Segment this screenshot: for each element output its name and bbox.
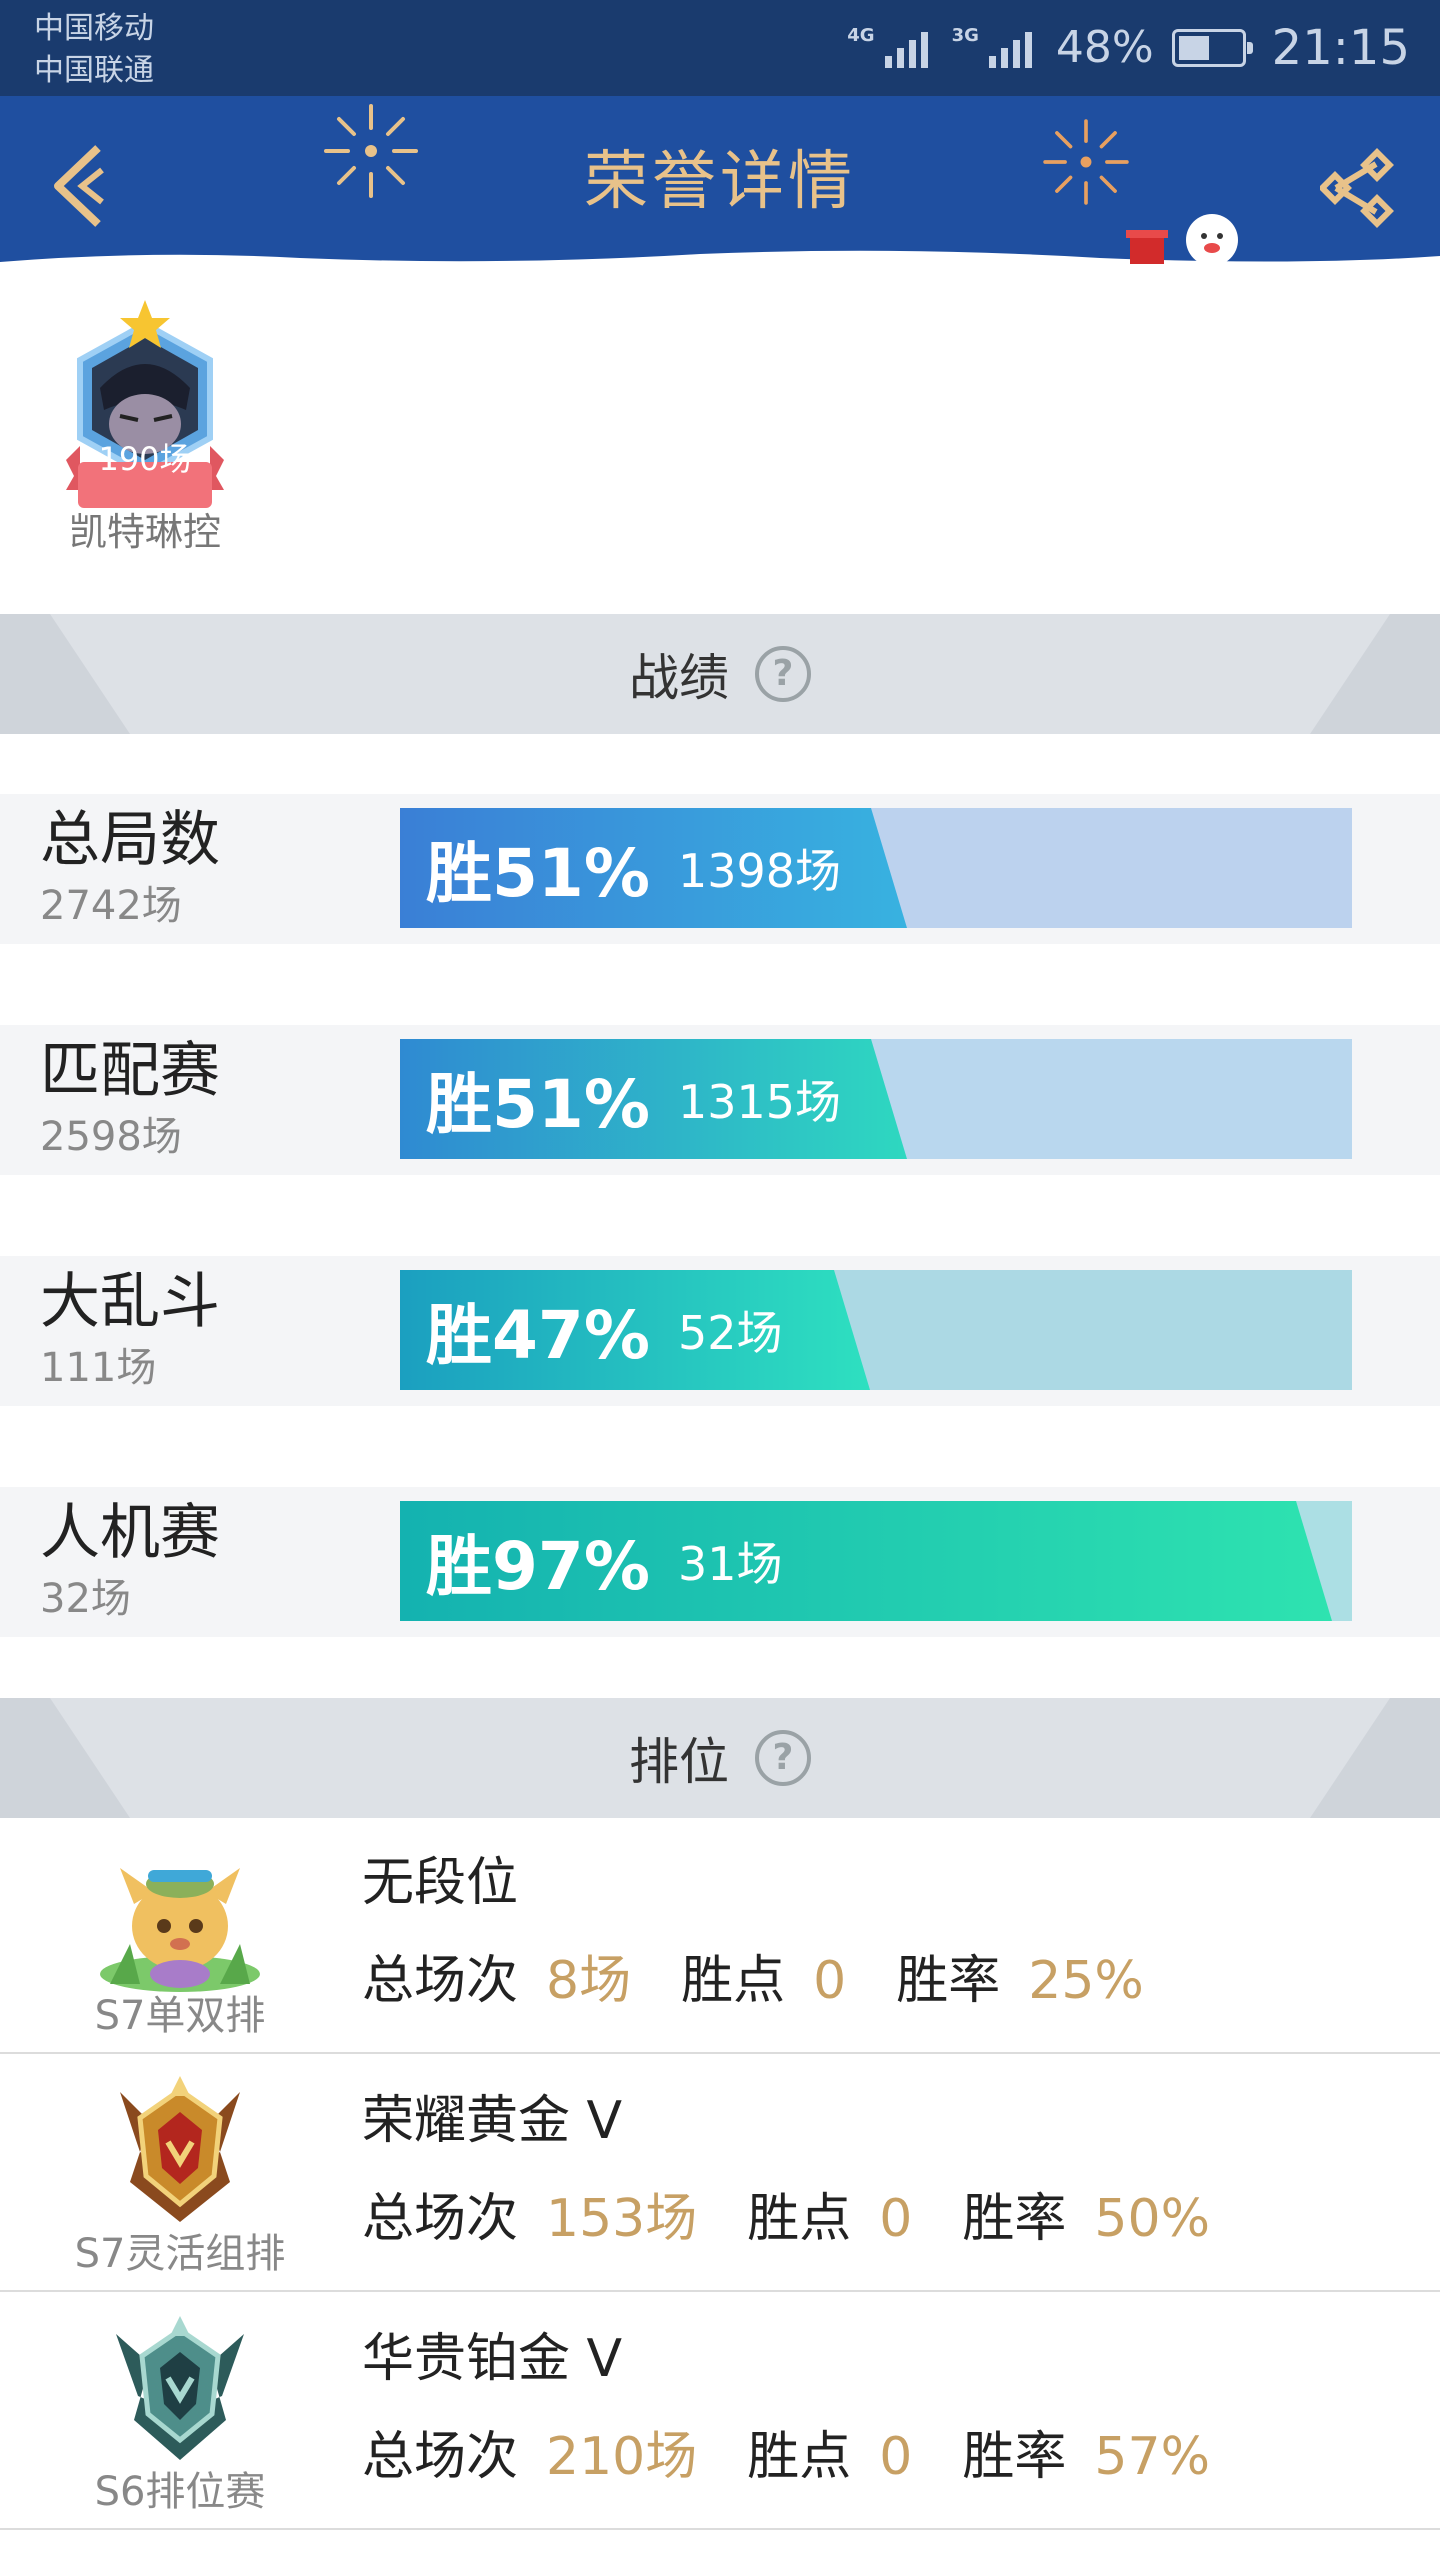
network-type-2: 3G	[951, 25, 979, 46]
ranked-row[interactable]: S6排位赛 华贵铂金 V 总场次 210场 胜点 0 胜率 57%	[0, 2294, 1440, 2530]
battery-icon	[1171, 29, 1253, 67]
points-label: 胜点	[681, 1951, 786, 2011]
games-value: 153场	[546, 2189, 698, 2249]
hero-games-badge: 190场	[98, 440, 192, 478]
record-row[interactable]: 大乱斗 111场 胜47% 52场	[0, 1256, 1440, 1406]
battery-percent: 48%	[1055, 22, 1154, 73]
status-indicators: 4G 3G 48% 21:15	[847, 14, 1410, 82]
page-title: 荣誉详情	[584, 145, 856, 219]
rate-label: 胜率	[962, 2189, 1067, 2249]
win-rate-bar: 胜97% 31场	[400, 1501, 1352, 1621]
record-row[interactable]: 总局数 2742场 胜51% 1398场	[0, 794, 1440, 944]
rank-stats: 总场次 153场 胜点 0 胜率 50%	[362, 2184, 1210, 2254]
wins-count: 1315场	[677, 1075, 842, 1129]
games-label: 总场次	[362, 2189, 519, 2249]
record-total-games: 111场	[40, 1345, 157, 1391]
teemo-unranked-icon	[100, 1868, 260, 1992]
share-icon	[1318, 148, 1394, 228]
win-rate-label: 胜51%	[426, 835, 650, 912]
gold-tier-emblem-icon	[120, 2076, 240, 2222]
points-value: 0	[879, 2427, 913, 2487]
win-rate-bar: 胜47% 52场	[400, 1270, 1352, 1390]
ranked-section-header: 排位 ?	[0, 1698, 1440, 1818]
win-rate-bar: 胜51% 1315场	[400, 1039, 1352, 1159]
question-circle-icon[interactable]: ?	[755, 646, 811, 702]
hero-profile[interactable]: 190场 凯特琳控	[0, 274, 1440, 614]
signal-icon	[988, 28, 1032, 68]
share-button[interactable]	[1318, 148, 1400, 228]
carrier-1: 中国移动	[34, 11, 154, 46]
games-value: 210场	[546, 2427, 698, 2487]
rate-value: 25%	[1028, 1951, 1144, 2011]
points-label: 胜点	[747, 2189, 852, 2249]
rank-tier: 华贵铂金 V	[362, 2329, 623, 2389]
rank-season: S6排位赛	[94, 2469, 266, 2515]
ranked-title: 排位	[629, 1733, 729, 1791]
wins-count: 52场	[677, 1306, 783, 1360]
record-total-games: 2598场	[40, 1114, 182, 1160]
status-bar: 中国移动 中国联通 4G 3G 48% 21:15	[0, 0, 1440, 96]
win-rate-label: 胜51%	[426, 1066, 650, 1143]
carrier-names: 中国移动 中国联通	[34, 8, 154, 92]
games-label: 总场次	[362, 1951, 519, 2011]
ranked-row[interactable]: S7单双排 无段位 总场次 8场 胜点 0 胜率 25%	[0, 1818, 1440, 2054]
games-label: 总场次	[362, 2427, 519, 2487]
record-mode-name: 匹配赛	[40, 1036, 220, 1106]
record-mode-name: 大乱斗	[40, 1267, 220, 1337]
rank-tier: 荣耀黄金 V	[362, 2091, 623, 2151]
platinum-tier-emblem-icon	[116, 2316, 244, 2460]
question-circle-icon[interactable]: ?	[755, 1730, 811, 1786]
clock: 21:15	[1271, 20, 1410, 76]
points-value: 0	[879, 2189, 913, 2249]
hero-name: 凯特琳控	[68, 510, 221, 554]
points-value: 0	[813, 1951, 847, 2011]
record-row[interactable]: 人机赛 32场 胜97% 31场	[0, 1487, 1440, 1637]
wins-count: 31场	[677, 1537, 783, 1591]
rank-season: S7灵活组排	[74, 2231, 286, 2277]
network-type-1: 4G	[847, 25, 875, 46]
carrier-2: 中国联通	[34, 53, 154, 88]
rate-value: 50%	[1094, 2189, 1210, 2249]
records-title: 战绩	[629, 649, 729, 707]
record-total-games: 32场	[40, 1576, 131, 1622]
rate-label: 胜率	[896, 1951, 1001, 2011]
win-rate-label: 胜47%	[426, 1297, 650, 1374]
record-mode-name: 人机赛	[40, 1498, 220, 1568]
win-rate-label: 胜97%	[426, 1528, 650, 1605]
rank-season: S7单双排	[94, 1993, 266, 2039]
rank-stats: 总场次 210场 胜点 0 胜率 57%	[362, 2422, 1210, 2492]
signal-icon	[884, 28, 928, 68]
ranked-row[interactable]: S7灵活组排 荣耀黄金 V 总场次 153场 胜点 0 胜率 50%	[0, 2056, 1440, 2292]
rank-tier: 无段位	[362, 1853, 519, 1913]
record-mode-name: 总局数	[40, 805, 220, 875]
app-header: 荣誉详情	[0, 96, 1440, 274]
wins-count: 1398场	[677, 844, 842, 898]
hero-avatar[interactable]	[60, 300, 230, 520]
rate-label: 胜率	[962, 2427, 1067, 2487]
record-row[interactable]: 匹配赛 2598场 胜51% 1315场	[0, 1025, 1440, 1175]
points-label: 胜点	[747, 2427, 852, 2487]
record-total-games: 2742场	[40, 883, 182, 929]
win-rate-bar: 胜51% 1398场	[400, 808, 1352, 928]
rank-stats: 总场次 8场 胜点 0 胜率 25%	[362, 1946, 1144, 2016]
records-section-header: 战绩 ?	[0, 614, 1440, 734]
games-value: 8场	[546, 1951, 632, 2011]
rate-value: 57%	[1094, 2427, 1210, 2487]
